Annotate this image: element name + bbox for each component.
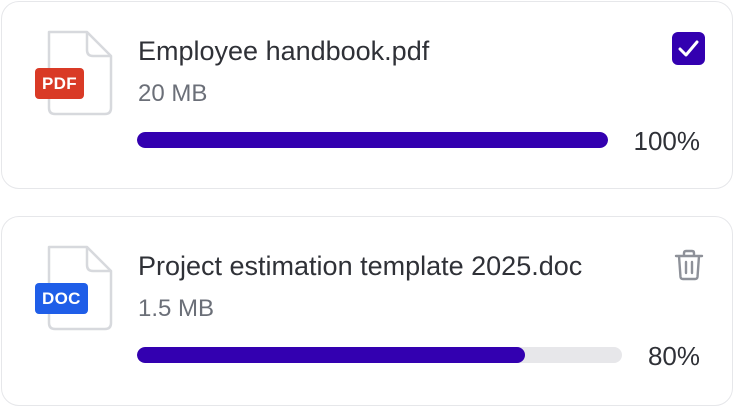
upload-progress-bar bbox=[137, 132, 608, 148]
file-name: Project estimation template 2025.doc bbox=[138, 251, 583, 281]
checkbox-checked-icon[interactable] bbox=[672, 32, 705, 65]
trash-icon[interactable] bbox=[674, 249, 704, 281]
upload-progress-fill bbox=[137, 132, 608, 148]
file-upload-list: PDF Employee handbook.pdf 20 MB 100% DOC… bbox=[0, 0, 736, 408]
file-type-badge: DOC bbox=[35, 283, 88, 314]
doc-file-icon: DOC bbox=[35, 245, 115, 331]
pdf-file-icon: PDF bbox=[35, 30, 115, 116]
file-card: DOC Project estimation template 2025.doc… bbox=[1, 216, 733, 406]
upload-progress-percent: 80% bbox=[647, 341, 700, 371]
upload-progress-bar bbox=[137, 347, 622, 363]
file-size: 20 MB bbox=[138, 80, 208, 107]
file-size: 1.5 MB bbox=[138, 295, 215, 322]
upload-progress-fill bbox=[137, 347, 525, 363]
file-name: Employee handbook.pdf bbox=[138, 36, 430, 66]
file-type-badge: PDF bbox=[35, 68, 84, 99]
upload-progress-percent: 100% bbox=[633, 126, 701, 156]
file-card: PDF Employee handbook.pdf 20 MB 100% bbox=[1, 1, 733, 189]
